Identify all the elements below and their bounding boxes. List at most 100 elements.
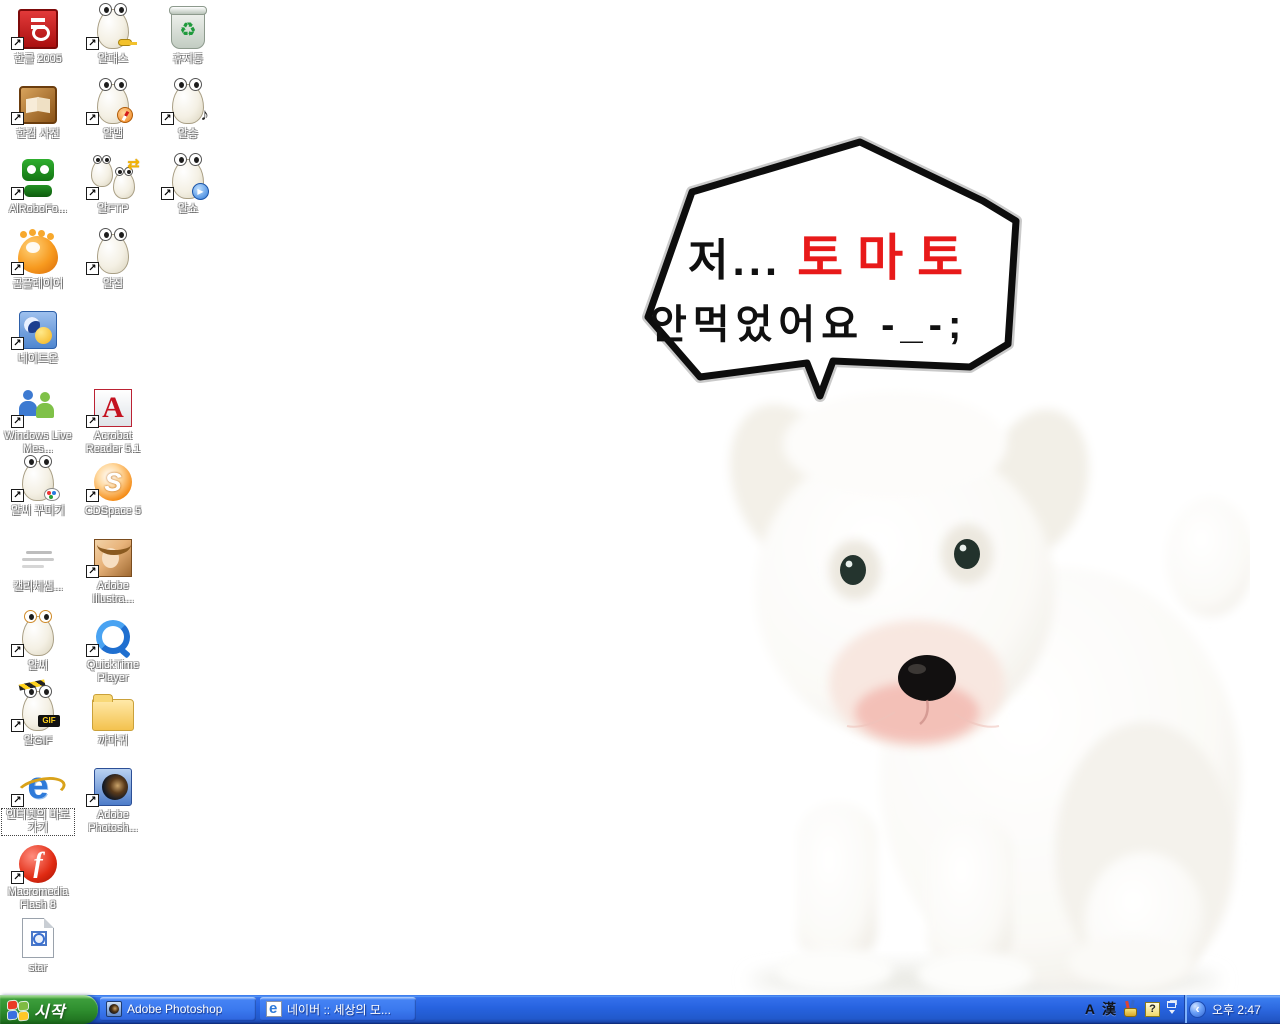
egg-zip-icon [97,234,129,274]
cdspace-icon: S [94,463,132,501]
start-button[interactable]: 시작 [0,995,98,1024]
image-document-icon [22,918,54,958]
desktop-icon-alsong[interactable]: ♪↗ 알송 [152,78,224,142]
desktop-icon-alzip[interactable]: ↗ 알집 [77,228,149,292]
desktop-icon-algif[interactable]: GIF↗ 알GIF [2,685,74,749]
desktop-icon-alshow[interactable]: ▶↗ 알쇼 [152,153,224,217]
shortcut-arrow-icon: ↗ [11,37,24,50]
taskbar-task-naver-browser[interactable]: e 네이버 :: 세상의 모... [260,997,416,1021]
language-bar-restore[interactable] [1167,1001,1176,1017]
hangul-2005-icon [18,9,58,49]
photoshop-icon [106,1001,122,1017]
desktop-icon-label: 알FTP [96,203,131,216]
taskbar-empty-space [418,995,1081,1023]
desktop-icon-recycle-bin[interactable]: ♻ 휴지통 [152,3,224,67]
windows-logo-icon [8,1001,28,1019]
desktop-icon-macromedia-flash8[interactable]: f↗ Macromedia Flash 8 [2,837,74,913]
desktop-icon-label: 까마귀 [96,735,130,748]
task-button-label: 네이버 :: 세상의 모... [287,1001,391,1018]
desktop: 저...토마토 안먹었어요 -_-; ↗ 한글 2005 ↗ 알패스 ♻ 휴지통… [0,0,1280,995]
speech-text-prefix: 저... [688,236,781,285]
recycle-bin-icon: ♻ [171,9,205,49]
desktop-icon-adobe-illustrator[interactable]: ↗ Adobe Illustra... [77,531,149,607]
speech-bubble-text-line2: 안먹었어요 -_-; [650,292,967,350]
desktop-icon-alroboform[interactable]: ↗ AlRoboFo... [2,153,74,217]
desktop-icon-label: Acrobat Reader 5.1 [77,430,149,456]
desktop-icon-label: 알집 [101,278,125,291]
desktop-icon-label: 알씨 [26,660,50,673]
desktop-icon-alftp[interactable]: ⇄↗ 알FTP [77,153,149,217]
shortcut-arrow-icon: ↗ [11,187,24,200]
system-tray: ‹ 오후 2:47 [1184,995,1280,1023]
chevron-down-icon [1169,1010,1175,1017]
calligraphy-sample-icon [18,547,58,577]
shortcut-arrow-icon: ↗ [86,489,99,502]
desktop-icon-acrobat-reader[interactable]: A↗ Acrobat Reader 5.1 [77,381,149,457]
desktop-icon-alsee[interactable]: ↗ 알씨 [2,610,74,674]
desktop-icon-label: QuickTime Player [77,659,149,685]
desktop-icon-label: 네이트온 [16,353,60,366]
illustrator-venus-icon [94,539,132,577]
shortcut-arrow-icon: ↗ [161,187,174,200]
desktop-icon-cdspace[interactable]: S↗ CDSpace 5 [77,455,149,519]
internet-explorer-icon: e [18,766,58,806]
taskbar-task-photoshop[interactable]: Adobe Photoshop [100,997,256,1021]
shortcut-arrow-icon: ↗ [86,644,99,657]
desktop-icon-label: 한컴 사전 [14,128,62,141]
desktop-icon-windows-live-messenger[interactable]: ↗ Windows Live Mes... [2,381,74,457]
desktop-icon-star-file[interactable]: star [2,912,74,976]
ime-hanja-indicator[interactable]: 漢 [1102,999,1116,1019]
internet-explorer-icon: e [266,1001,282,1017]
desktop-icon-alsee-decorate[interactable]: ↗ 알씨 꾸미기 [2,455,74,519]
nateon-icon [19,311,57,349]
desktop-icon-label: 알씨 꾸미기 [9,505,67,518]
shortcut-arrow-icon: ↗ [161,112,174,125]
desktop-icon-label: 곰플레이어 [11,278,66,291]
desktop-icon-internet-shortcut[interactable]: e↗ 인터넷의 바로 가기 [2,760,74,836]
desktop-icon-alpass[interactable]: ↗ 알패스 [77,3,149,67]
desktop-icon-label: Windows Live Mes... [2,430,74,456]
shortcut-arrow-icon: ↗ [11,794,24,807]
egg-play-icon: ▶ [172,159,204,199]
desktop-icon-adobe-photoshop[interactable]: ↗ Adobe Photosh... [77,760,149,836]
shortcut-arrow-icon: ↗ [86,794,99,807]
flash8-icon: f [19,845,57,883]
egg-music-note-icon: ♪ [172,84,204,124]
desktop-icon-gom-player[interactable]: ↗ 곰플레이어 [2,228,74,292]
egg-gif-icon: GIF [22,691,54,731]
hide-icons-chevron[interactable]: ‹ [1189,1001,1206,1018]
desktop-icon-label: 인터넷의 바로 가기 [2,809,74,835]
ime-mode-indicator[interactable]: A [1085,1001,1095,1017]
shortcut-arrow-icon: ↗ [11,112,24,125]
desktop-icon-label: 알송 [176,128,200,141]
shortcut-arrow-icon: ↗ [11,644,24,657]
taskbar-clock[interactable]: 오후 2:47 [1212,1001,1261,1018]
shortcut-arrow-icon: ↗ [11,337,24,350]
desktop-icon-label: 한글 2005 [12,53,64,66]
shortcut-arrow-icon: ↗ [86,415,99,428]
ime-pad-icon[interactable] [1123,1002,1138,1017]
desktop-icon-calligraphy-sample[interactable]: 캘리체샘... [2,531,74,595]
desktop-icon-label: 캘리체샘... [11,581,65,594]
desktop-icon-hangul-2005[interactable]: ↗ 한글 2005 [2,3,74,67]
desktop-icon-folder-kkamagwi[interactable]: 까마귀 [77,685,149,749]
desktop-icon-nateon[interactable]: ↗ 네이트온 [2,303,74,367]
shortcut-arrow-icon: ↗ [11,871,24,884]
desktop-icon-hancom-dictionary[interactable]: ↗ 한컴 사전 [2,78,74,142]
desktop-icon-label: Adobe Photosh... [77,809,149,835]
desktop-icon-label: 알쇼 [176,203,200,216]
task-button-label: Adobe Photoshop [127,1002,222,1016]
green-robot-icon [18,157,58,199]
desktop-icon-label: Macromedia Flash 8 [2,886,74,912]
desktop-icon-label: 알패스 [96,53,130,66]
desktop-icon-almap[interactable]: ↗ 알맵 [77,78,149,142]
egg-key-icon [97,9,129,49]
shortcut-arrow-icon: ↗ [11,415,24,428]
egg-alsee-icon [22,616,54,656]
desktop-icon-quicktime[interactable]: ↗ QuickTime Player [77,610,149,686]
egg-compass-icon [97,84,129,124]
start-button-label: 시작 [34,998,65,1022]
language-bar: A 漢 ? [1081,995,1184,1023]
ime-help-icon[interactable]: ? [1145,1002,1160,1017]
desktop-icon-label: star [27,962,49,975]
